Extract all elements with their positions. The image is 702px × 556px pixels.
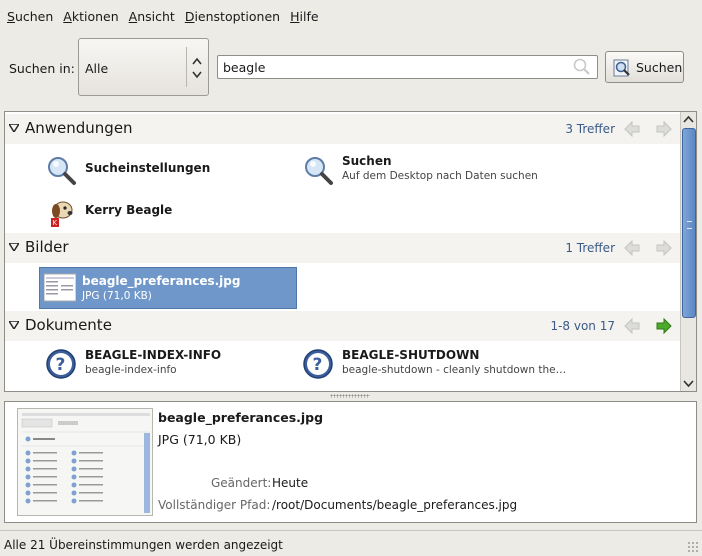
search-icon <box>305 157 333 185</box>
menu-aktionen[interactable]: Aktionen <box>58 9 123 24</box>
menu-bar: Suchen Aktionen Ansicht Dienstoptionen H… <box>0 0 702 32</box>
prev-page-arrow-icon[interactable] <box>623 317 641 335</box>
hit-suchen[interactable]: Suchen Auf dem Desktop nach Daten suchen <box>302 152 562 192</box>
menu-suchen[interactable]: Suchen <box>2 9 58 24</box>
menu-ansicht[interactable]: Ansicht <box>124 9 180 24</box>
hit-beagle-index-info[interactable]: ? BEAGLE-INDEX-INFO beagle-index-info <box>45 346 275 386</box>
menu-hilfe[interactable]: Hilfe <box>285 9 323 24</box>
expanded-triangle-icon <box>9 124 19 132</box>
expanded-triangle-icon <box>9 243 19 251</box>
preview-filename: beagle_preferances.jpg <box>158 410 324 425</box>
search-button-label: Suchen <box>636 60 683 75</box>
hit-subtitle: Auf dem Desktop nach Daten suchen <box>342 170 538 182</box>
expanded-triangle-icon <box>9 321 19 329</box>
svg-text:?: ? <box>56 355 66 375</box>
next-page-arrow-icon[interactable] <box>655 239 673 257</box>
category-header-anwendungen[interactable]: Anwendungen 3 Treffer <box>5 114 681 144</box>
select-separator <box>186 47 187 87</box>
preview-path-value: /root/Documents/beagle_preferances.jpg <box>272 498 518 512</box>
hit-title: Kerry Beagle <box>85 203 173 217</box>
hit-subtitle: JPG (71,0 KB) <box>82 290 152 302</box>
hit-subtitle: beagle-shutdown - cleanly shutdown the… <box>342 364 567 376</box>
search-query-input[interactable]: beagle <box>217 55 598 79</box>
hit-title: Sucheinstellungen <box>85 161 211 175</box>
search-scope-value: Alle <box>85 61 109 76</box>
status-text: Alle 21 Übereinstimmungen werden angezei… <box>4 538 283 552</box>
hit-kerry-beagle[interactable]: K Kerry Beagle <box>45 194 265 234</box>
category-name: Bilder <box>25 238 69 256</box>
menu-dienstoptionen[interactable]: Dienstoptionen <box>180 9 285 24</box>
screenshot-thumbnail-image <box>18 409 152 515</box>
scrollbar-grip <box>687 221 692 229</box>
help-question-icon: ? <box>46 349 76 379</box>
category-header-bilder[interactable]: Bilder 1 Treffer <box>5 233 681 263</box>
pane-resize-handle[interactable] <box>330 394 370 398</box>
image-thumbnail-icon <box>44 273 76 302</box>
hit-beagle-shutdown[interactable]: ? BEAGLE-SHUTDOWN beagle-shutdown - clea… <box>302 346 566 386</box>
next-page-arrow-icon[interactable] <box>655 317 673 335</box>
scrollbar-thumb[interactable] <box>682 128 696 318</box>
scroll-up-arrow-icon[interactable] <box>682 114 695 126</box>
search-scope-label: Suchen in: <box>9 61 75 76</box>
search-scope-select[interactable]: Alle <box>78 38 209 96</box>
hit-title: BEAGLE-INDEX-INFO <box>85 348 222 362</box>
hit-beagle-preferances[interactable]: beagle_preferances.jpg JPG (71,0 KB) <box>39 267 297 309</box>
results-scrollbar[interactable] <box>680 112 696 391</box>
preview-modified-label: Geändert: <box>211 476 272 490</box>
hit-subtitle: beagle-index-info <box>85 364 177 376</box>
category-header-dokumente[interactable]: Dokumente 1-8 von 17 <box>5 311 681 341</box>
preview-path-label: Vollständiger Pfad: <box>158 498 271 512</box>
magnifier-icon <box>573 58 590 75</box>
results-panel: Anwendungen 3 Treffer Sucheinstellungen … <box>4 111 697 392</box>
category-count: 1 Treffer <box>565 241 615 255</box>
category-name: Dokumente <box>25 316 112 334</box>
preview-thumbnail <box>17 408 153 516</box>
scroll-down-arrow-icon[interactable] <box>682 377 695 389</box>
search-icon <box>613 59 630 77</box>
svg-text:K: K <box>53 219 58 227</box>
beagle-dog-icon: K <box>51 201 73 227</box>
category-count: 3 Treffer <box>565 122 615 136</box>
hit-title: Suchen <box>342 154 392 168</box>
prev-page-arrow-icon[interactable] <box>623 120 641 138</box>
search-button[interactable]: Suchen <box>605 51 684 83</box>
category-name: Anwendungen <box>25 119 133 137</box>
next-page-arrow-icon[interactable] <box>655 120 673 138</box>
preview-modified-value: Heute <box>272 476 309 490</box>
prev-page-arrow-icon[interactable] <box>623 239 641 257</box>
preview-filetype: JPG (71,0 KB) <box>158 432 242 447</box>
updown-arrows-icon <box>192 57 202 79</box>
hit-title: beagle_preferances.jpg <box>82 274 241 288</box>
preview-panel: beagle_preferances.jpg JPG (71,0 KB) Geä… <box>4 401 697 523</box>
svg-text:?: ? <box>313 355 323 375</box>
search-settings-icon <box>48 157 76 185</box>
category-count: 1-8 von 17 <box>550 319 615 333</box>
hit-sucheinstellungen[interactable]: Sucheinstellungen <box>45 152 265 192</box>
window-resize-grip[interactable] <box>687 541 699 553</box>
status-bar: Alle 21 Übereinstimmungen werden angezei… <box>0 530 702 556</box>
help-question-icon: ? <box>303 349 333 379</box>
search-query-text: beagle <box>223 60 266 75</box>
hit-title: BEAGLE-SHUTDOWN <box>342 348 480 362</box>
